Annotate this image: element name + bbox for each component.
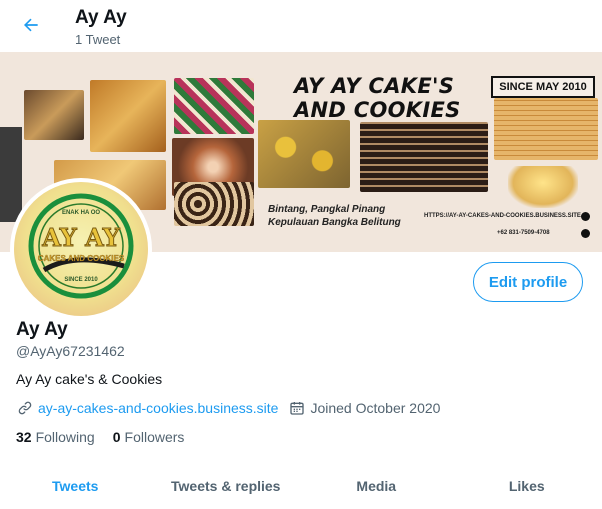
banner-photo-swirl-cookies [174, 182, 254, 226]
back-button[interactable] [14, 8, 48, 42]
banner-photo-lapis-legit [494, 98, 598, 160]
logo-top-text: ENAK HA OO [61, 210, 101, 216]
avatar-logo: ENAK HA OO AY AY CAKES AND COOKIES SINCE… [14, 182, 148, 316]
logo-sub-text: CAKES AND COOKIES [37, 254, 125, 263]
follow-stats: 32 Following 0 Followers [16, 429, 184, 445]
tab-media[interactable]: Media [301, 462, 452, 509]
banner-photo-nastar [258, 120, 350, 188]
banner-photo-kue-lapis [174, 78, 254, 134]
profile-tabs: Tweets Tweets & replies Media Likes [0, 462, 602, 509]
banner-photo-layered-cake-dark [360, 122, 488, 192]
tab-likes[interactable]: Likes [452, 462, 602, 509]
logo-main-text: AY AY [42, 223, 120, 253]
profile-name: Ay Ay [16, 319, 68, 340]
globe-icon [581, 212, 590, 221]
tweet-count: 1 Tweet [75, 32, 121, 47]
top-bar: Ay Ay 1 Tweet [0, 0, 602, 52]
page-title: Ay Ay [75, 7, 127, 28]
tab-tweets-and-replies[interactable]: Tweets & replies [151, 462, 302, 509]
following-link[interactable]: 32 Following [16, 429, 95, 445]
link-icon [16, 399, 34, 417]
profile-website-link[interactable]: ay-ay-cakes-and-cookies.business.site [38, 400, 278, 416]
banner-website: HTTPS://AY-AY-CAKES-AND-COOKIES.BUSINESS… [424, 213, 581, 219]
calendar-icon [288, 399, 306, 417]
whatsapp-icon [581, 229, 590, 238]
banner-photo-layer-cake [90, 80, 166, 152]
banner-phone: +62 831-7509-4708 [497, 230, 550, 236]
logo-since-text: SINCE 2010 [64, 277, 98, 283]
followers-link[interactable]: 0 Followers [113, 429, 185, 445]
banner-photo-sponge-cake [508, 166, 578, 208]
arrow-left-icon [24, 18, 38, 32]
profile-joined: Joined October 2020 [310, 400, 441, 416]
banner-photo-pineapple-tarts [24, 90, 84, 140]
tab-tweets[interactable]: Tweets [0, 462, 151, 509]
profile-bio: Ay Ay cake's & Cookies [16, 371, 163, 387]
banner-since-badge: SINCE MAY 2010 [491, 76, 595, 98]
profile-handle: @AyAy67231462 [16, 343, 125, 359]
banner-heading: AY AY CAKE'S AND COOKIES [294, 74, 461, 122]
profile-meta: ay-ay-cakes-and-cookies.business.site Jo… [16, 399, 440, 417]
edit-profile-button[interactable]: Edit profile [473, 262, 583, 302]
avatar[interactable]: ENAK HA OO AY AY CAKES AND COOKIES SINCE… [10, 178, 152, 320]
banner-location: Bintang, Pangkal Pinang Kepulauan Bangka… [268, 204, 401, 228]
